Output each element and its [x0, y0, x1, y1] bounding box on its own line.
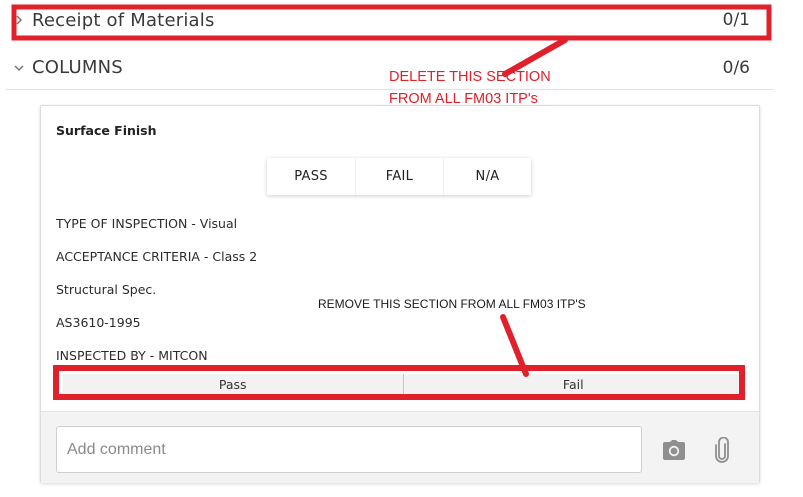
section-progress-count: 0/1 [722, 10, 750, 30]
inspected-by-text: INSPECTED BY - MITCON [56, 348, 208, 363]
delete-section-note: DELETE THIS SECTION FROM ALL FM03 ITP's [389, 69, 551, 107]
paperclip-icon[interactable] [708, 436, 736, 464]
chevron-right-icon [6, 14, 32, 26]
comment-area [41, 411, 759, 483]
acceptance-criteria-text: ACCEPTANCE CRITERIA - Class 2 [56, 249, 258, 264]
remove-section-note: REMOVE THIS SECTION FROM ALL FM03 ITP'S [318, 297, 586, 311]
standard-text: AS3610-1995 [56, 315, 141, 330]
fail-button[interactable]: Fail [402, 374, 744, 394]
pass-button[interactable]: Pass [63, 374, 403, 394]
comment-input[interactable] [56, 426, 642, 473]
chevron-down-icon [6, 63, 32, 73]
section-title: COLUMNS [32, 57, 123, 78]
section-receipt-of-materials[interactable]: Receipt of Materials 0/1 [6, 0, 774, 40]
inspection-item-card: Surface Finish PASS FAIL N/A TYPE OF INS… [40, 105, 760, 483]
na-choice-button[interactable]: N/A [443, 158, 531, 195]
result-choice-group: PASS FAIL N/A [267, 158, 531, 195]
checklist-page: Receipt of Materials 0/1 COLUMNS 0/6 Sur… [0, 0, 803, 497]
section-title: Receipt of Materials [32, 9, 215, 31]
fail-choice-button[interactable]: FAIL [355, 158, 443, 195]
camera-icon[interactable] [660, 436, 688, 464]
pass-fail-bar: Pass Fail [63, 374, 743, 394]
pass-choice-button[interactable]: PASS [267, 158, 355, 195]
structural-spec-text: Structural Spec. [56, 282, 157, 297]
item-title: Surface Finish [56, 123, 157, 138]
section-progress-count: 0/6 [722, 57, 750, 78]
inspection-type-text: TYPE OF INSPECTION - Visual [56, 216, 238, 231]
